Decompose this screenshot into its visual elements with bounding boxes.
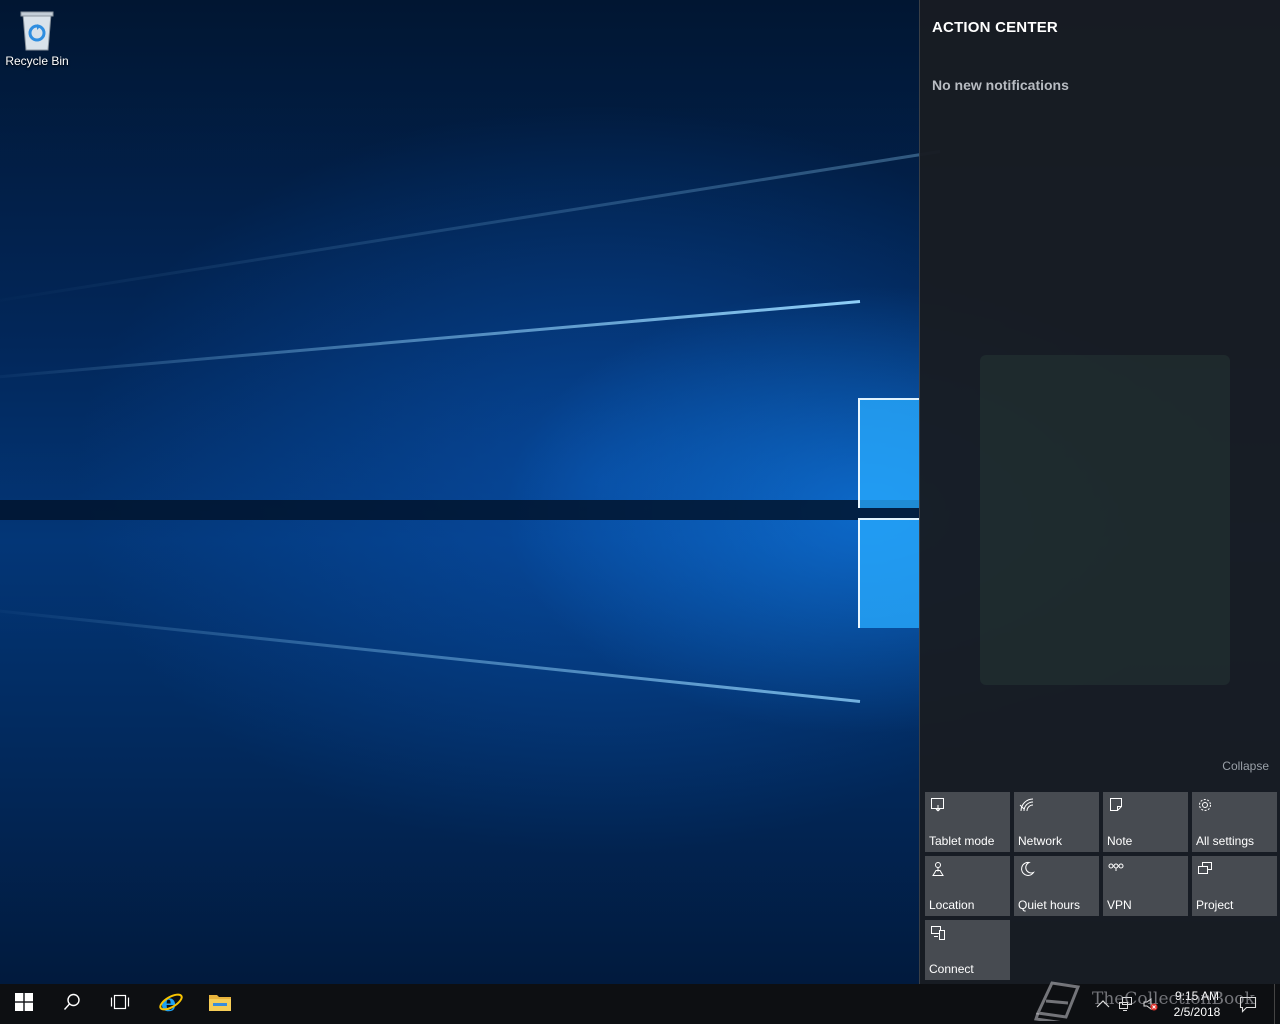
taskbar: e 9:15 AM 2/5/2018: [0, 984, 1280, 1024]
clock-time: 9:15 AM: [1174, 989, 1220, 1003]
tablet-mode-icon: [930, 797, 946, 813]
quick-action-connect[interactable]: Connect: [925, 920, 1010, 980]
connect-icon: [930, 925, 946, 941]
clock-date: 2/5/2018: [1173, 1005, 1221, 1019]
task-view-icon: [109, 993, 131, 1016]
search-button[interactable]: [48, 984, 96, 1024]
volume-muted-icon[interactable]: [1142, 996, 1158, 1012]
network-wired-icon[interactable]: [1118, 996, 1134, 1012]
wallpaper-window-pane: [858, 398, 920, 508]
moon-icon: [1019, 861, 1035, 877]
quick-action-label: Network: [1018, 834, 1063, 848]
action-center-panel: ACTION CENTER No new notifications Colla…: [919, 0, 1280, 984]
location-icon: [930, 861, 946, 877]
quick-action-label: Connect: [929, 962, 974, 976]
quick-action-label: Project: [1196, 898, 1234, 912]
wallpaper-shadow-band: [0, 500, 920, 520]
quick-action-label: Location: [929, 898, 975, 912]
quick-action-note[interactable]: Note: [1103, 792, 1188, 852]
recycle-bin-desktop-icon[interactable]: Recycle Bin: [4, 6, 70, 68]
project-icon: [1197, 861, 1213, 877]
show-desktop-button[interactable]: [1274, 984, 1280, 1024]
search-icon: [63, 993, 81, 1016]
file-explorer-button[interactable]: [196, 984, 244, 1024]
action-center-title: ACTION CENTER: [932, 19, 1058, 36]
quick-action-label: Note: [1107, 834, 1133, 848]
collapse-link[interactable]: Collapse: [1222, 759, 1269, 773]
action-center-icon[interactable]: [1239, 995, 1257, 1013]
folder-icon: [208, 992, 232, 1017]
recycle-bin-icon: [19, 8, 55, 51]
wallpaper-light-beam: [0, 300, 861, 382]
internet-explorer-icon: e: [158, 988, 184, 1020]
start-button[interactable]: [0, 984, 48, 1024]
quick-action-all-settings[interactable]: All settings: [1192, 792, 1277, 852]
quick-action-label: VPN: [1107, 898, 1132, 912]
quick-action-label: All settings: [1196, 834, 1255, 848]
chevron-up-icon[interactable]: [1095, 996, 1111, 1012]
note-icon: [1108, 797, 1124, 813]
quick-action-tablet-mode[interactable]: Tablet mode: [925, 792, 1010, 852]
vpn-icon: [1108, 861, 1124, 877]
quick-action-project[interactable]: Project: [1192, 856, 1277, 916]
quick-action-label: Tablet mode: [929, 834, 995, 848]
network-icon: [1019, 797, 1035, 813]
quick-action-quiet-hours[interactable]: Quiet hours: [1014, 856, 1099, 916]
wallpaper-light-beam: [0, 605, 861, 703]
internet-explorer-button[interactable]: e: [147, 984, 195, 1024]
quick-action-network[interactable]: Network: [1014, 792, 1099, 852]
quick-action-vpn[interactable]: VPN: [1103, 856, 1188, 916]
wallpaper-window-pane: [858, 518, 920, 628]
task-view-button[interactable]: [96, 984, 144, 1024]
wallpaper-light-beam: [0, 150, 941, 307]
settings-gear-icon: [1197, 797, 1213, 813]
no-notifications-message: No new notifications: [932, 77, 1069, 93]
recycle-bin-label: Recycle Bin: [5, 54, 69, 68]
windows-logo-icon: [15, 992, 33, 1016]
taskbar-clock[interactable]: 9:15 AM 2/5/2018: [1166, 988, 1228, 1020]
quick-action-label: Quiet hours: [1018, 898, 1081, 912]
quick-action-location[interactable]: Location: [925, 856, 1010, 916]
action-center-backdrop-blur: [980, 355, 1230, 685]
